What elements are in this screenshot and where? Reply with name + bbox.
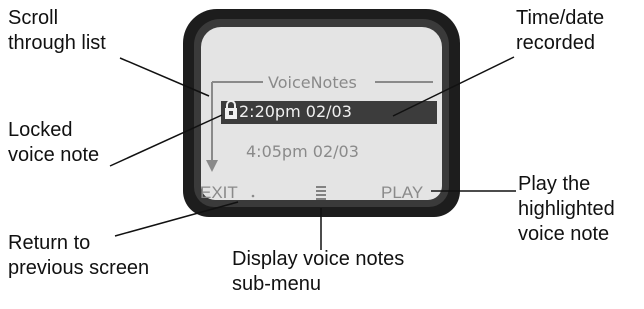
- callout-scroll: Scroll through list: [8, 7, 106, 54]
- callout-play: Play the highlighted voice note: [518, 173, 615, 245]
- locked-leader-line: [109, 114, 223, 167]
- menu-icon[interactable]: [316, 186, 326, 200]
- callout-submenu: Display voice notes sub-menu: [232, 248, 405, 295]
- lock-icon: [225, 100, 237, 119]
- callout-locked: Locked voice note: [8, 119, 100, 166]
- scroll-down-arrow-icon: [206, 160, 218, 172]
- list-frame: [211, 81, 433, 160]
- callout-time: Time/date recorded: [516, 7, 605, 54]
- time-leader-line: [392, 56, 515, 117]
- callout-return: Return to previous screen: [8, 232, 150, 279]
- scroll-leader-line: [119, 57, 210, 97]
